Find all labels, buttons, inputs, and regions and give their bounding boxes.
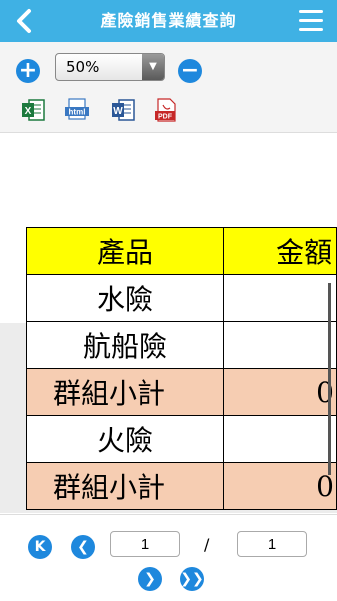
zoom-in-icon[interactable]: + [16,59,40,83]
dropdown-arrow-icon[interactable]: ▼ [142,54,164,80]
amount-cell: 0 [223,368,337,416]
product-cell: 群組小計 [25,462,225,510]
word-icon-letter: W [113,106,123,117]
previous-page-icon[interactable]: ❮ [71,535,95,559]
last-page-icon[interactable]: ❯❯ [180,567,204,591]
product-cell: 航船險 [25,321,225,369]
product-cell: 水險 [25,274,225,322]
total-pages-field: 1 [237,531,307,557]
zoom-value: 50% [66,58,100,76]
product-cell: 群組小計 [25,368,225,416]
html-icon[interactable]: html [64,97,90,123]
hamburger-menu-icon[interactable] [299,10,323,32]
amount-cell [223,415,337,463]
word-icon[interactable]: W [110,97,136,123]
column-header-product: 產品 [25,227,225,275]
zoom-out-icon[interactable]: − [178,59,202,83]
table-header-row: 產品 金額 [25,227,337,275]
current-page-input[interactable]: 1 [110,531,180,557]
page-title: 產險銷售業績查詢 [100,11,237,30]
column-header-amount: 金額 [223,227,337,275]
amount-cell [223,274,337,322]
table-row: 火險 [25,415,337,463]
report-toolbar: + 50% ▼ − X html W PDF [0,42,337,133]
subtotal-row: 群組小計 0 [25,368,337,416]
html-icon-label: html [69,108,86,117]
table-row: 水險 [25,274,337,322]
next-page-icon[interactable]: ❯ [138,567,162,591]
top-bar: 產險銷售業績查詢 [0,0,337,42]
pagination-bar: K ❮ 1 / 1 ❯ ❯❯ [0,514,337,601]
table-row: 航船險 [25,321,337,369]
first-page-icon[interactable]: K [28,535,52,559]
product-cell: 火險 [25,415,225,463]
report-viewer[interactable]: 產品 金額 水險 航船險 群組小計 0 火險 群組小計 0 [0,133,337,513]
report-table: 產品 金額 水險 航船險 群組小計 0 火險 群組小計 0 [25,227,337,510]
zoom-select[interactable]: 50% ▼ [55,53,165,81]
amount-cell [223,321,337,369]
pdf-icon-label: PDF [158,114,173,121]
pdf-icon[interactable]: PDF [153,97,179,123]
amount-cell: 0 [223,462,337,510]
subtotal-row: 群組小計 0 [25,462,337,510]
excel-icon[interactable]: X [20,97,46,123]
vertical-scrollbar[interactable] [328,283,331,475]
page-separator: / [204,535,210,554]
excel-icon-letter: X [25,106,32,117]
